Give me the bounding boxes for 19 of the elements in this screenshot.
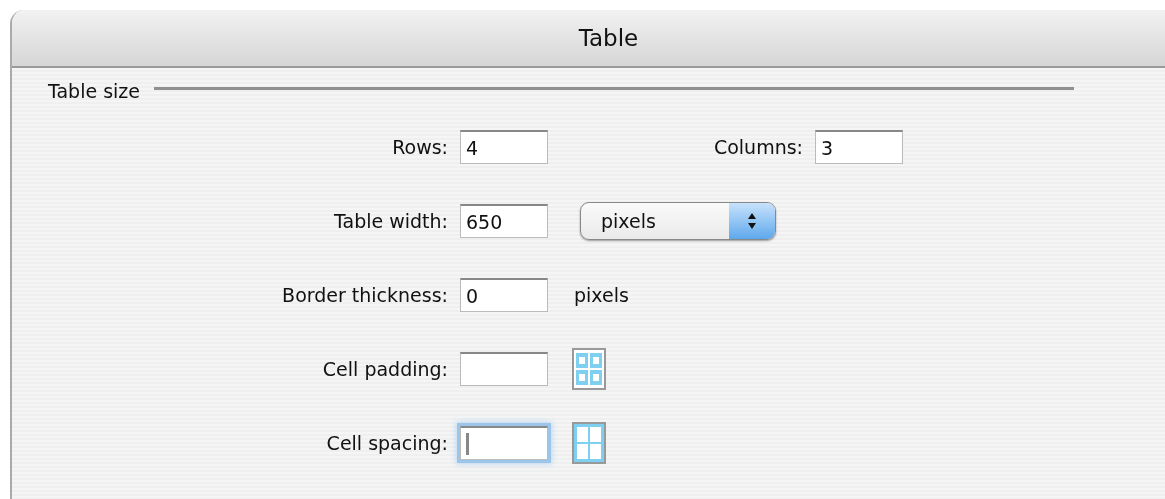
- unit-dropdown[interactable]: pixels: [580, 202, 776, 240]
- input-field[interactable]: [460, 352, 548, 386]
- cell-padding-icon[interactable]: [572, 348, 606, 390]
- unit-label: pixels: [574, 284, 629, 306]
- field-label: Cell spacing:: [325, 432, 448, 454]
- window-title: Table: [578, 25, 639, 51]
- stepper-arrows-icon: [729, 203, 775, 239]
- field-label: Border thickness:: [281, 284, 448, 306]
- input-field[interactable]: 4: [460, 130, 548, 164]
- cell-spacing-icon[interactable]: [572, 422, 606, 464]
- input-field[interactable]: 650: [460, 204, 548, 238]
- field-label: Columns:: [712, 136, 803, 158]
- input-field[interactable]: 0: [460, 278, 548, 312]
- field-label: Cell padding:: [321, 358, 448, 380]
- field-label: Rows:: [391, 136, 448, 158]
- input-field[interactable]: [460, 426, 548, 460]
- input-field[interactable]: 3: [815, 130, 903, 164]
- section-title: Table size: [48, 80, 140, 102]
- field-label: Table width:: [333, 210, 448, 232]
